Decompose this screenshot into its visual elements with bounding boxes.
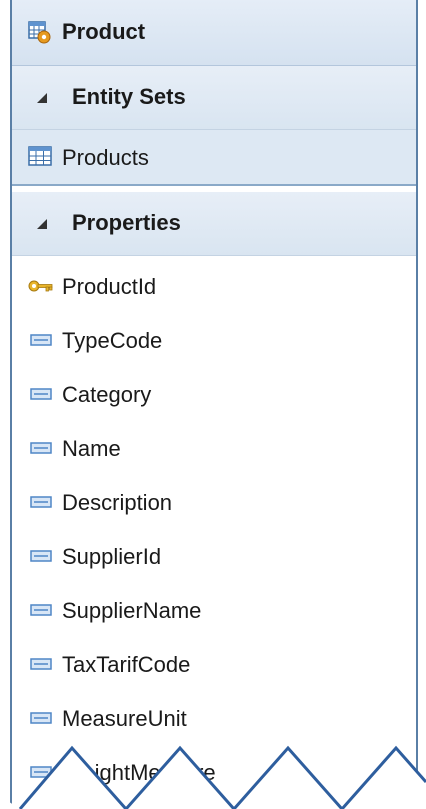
property-row-category[interactable]: Category	[12, 370, 416, 422]
entity-card: Product Entity Sets Products Properties …	[10, 0, 418, 809]
property-icon	[30, 604, 52, 616]
table-grid-icon	[28, 146, 52, 166]
property-icon	[30, 658, 52, 670]
collapse-triangle-icon[interactable]	[36, 92, 48, 104]
property-row-supplierid[interactable]: SupplierId	[12, 532, 416, 584]
property-row-typecode[interactable]: TypeCode	[12, 316, 416, 368]
key-icon	[28, 280, 53, 292]
property-icon	[30, 388, 52, 400]
entity-title: Product	[62, 19, 146, 44]
entity-table-gear-icon	[28, 21, 51, 44]
property-icon	[30, 550, 52, 562]
property-label: TypeCode	[62, 328, 163, 353]
property-icon	[30, 334, 52, 346]
entity-set-label: Products	[62, 145, 149, 170]
property-icon	[30, 496, 52, 508]
property-label: SupplierId	[62, 544, 162, 569]
property-icon	[30, 442, 52, 454]
property-label: Category	[62, 382, 152, 407]
property-label: TaxTarifCode	[62, 652, 191, 677]
properties-title: Properties	[72, 210, 181, 235]
entity-title-bar[interactable]: Product	[12, 0, 416, 66]
collapse-triangle-icon[interactable]	[36, 218, 48, 230]
property-label: Description	[62, 490, 173, 515]
property-label: MeasureUnit	[62, 706, 187, 731]
screenshot-frame: Product Entity Sets Products Properties …	[0, 0, 426, 809]
entity-sets-header[interactable]: Entity Sets	[12, 66, 416, 130]
entity-sets-title: Entity Sets	[72, 84, 186, 109]
property-row-description[interactable]: Description	[12, 478, 416, 530]
property-row-taxtarifcode[interactable]: TaxTarifCode	[12, 640, 416, 692]
entity-set-item-products[interactable]: Products	[12, 130, 416, 186]
property-label: SupplierName	[62, 598, 202, 623]
torn-edge-zigzag	[0, 745, 426, 809]
property-label: ProductId	[62, 274, 157, 299]
property-icon	[30, 712, 52, 724]
property-label: Name	[62, 436, 121, 461]
properties-header[interactable]: Properties	[12, 192, 416, 256]
property-row-suppliername[interactable]: SupplierName	[12, 586, 416, 638]
property-row-name[interactable]: Name	[12, 424, 416, 476]
property-row-productid[interactable]: ProductId	[12, 262, 416, 314]
